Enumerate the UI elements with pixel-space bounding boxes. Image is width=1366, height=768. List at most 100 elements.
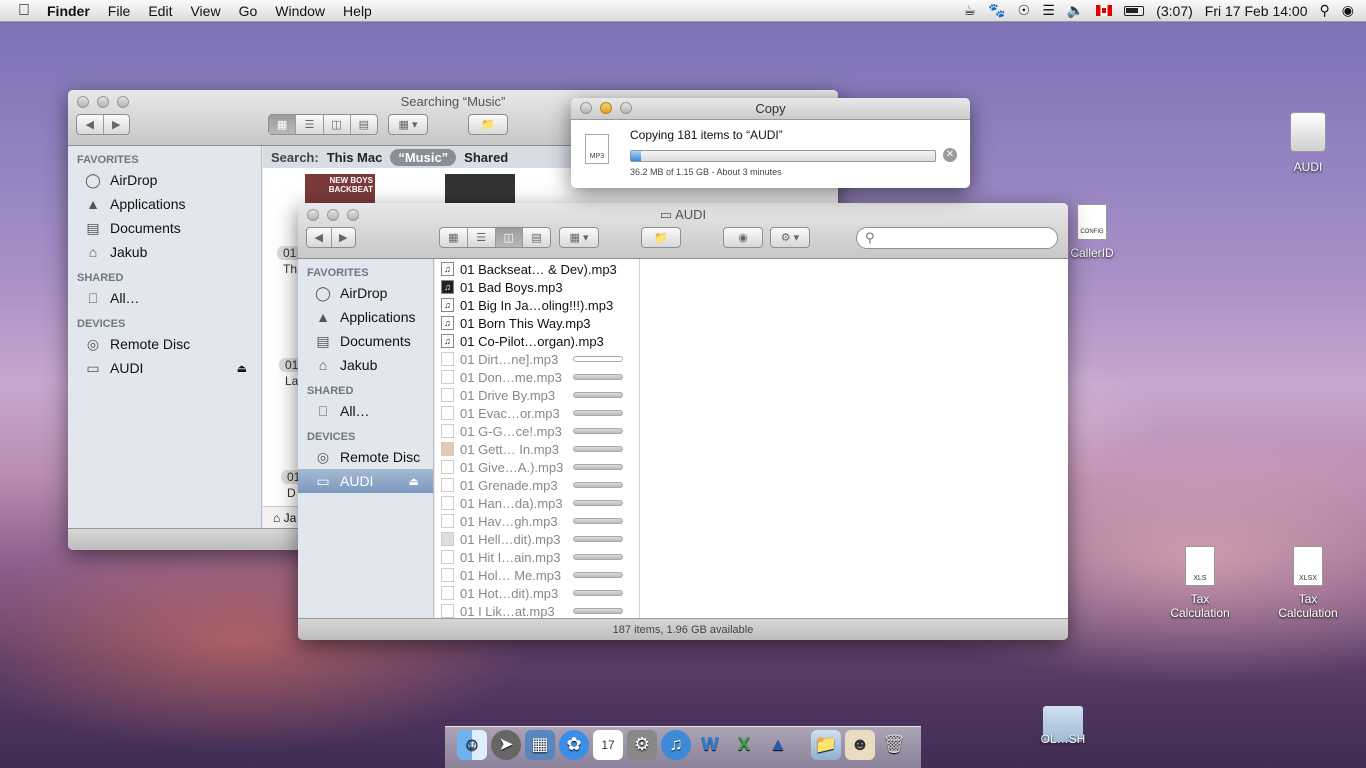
trash-dock-icon[interactable]: 🗑	[879, 730, 909, 760]
battery-icon[interactable]	[1124, 5, 1145, 16]
file-row[interactable]: 01 Hav…gh.mp3	[435, 512, 639, 530]
time-machine-icon[interactable]: ☉	[1018, 2, 1031, 19]
menu-window[interactable]: Window	[266, 3, 334, 19]
calendar-dock-icon[interactable]: 17	[593, 729, 623, 760]
path-item[interactable]: Ja	[284, 511, 297, 525]
finder-dock-icon[interactable]: ☺	[457, 729, 487, 760]
sidebar-item-applications[interactable]: ▲ Applications	[68, 192, 261, 216]
file-row[interactable]: 01 Gett… In.mp3	[435, 440, 639, 458]
list-view-icon[interactable]: ☰	[468, 228, 496, 247]
sidebar-item-all[interactable]: ⎕ All…	[68, 286, 261, 310]
file-row[interactable]: 01 Hell…dit).mp3	[435, 530, 639, 548]
sidebar-item-airdrop[interactable]: ◯ AirDrop	[298, 281, 433, 305]
scope-shared[interactable]: Shared	[464, 150, 508, 165]
contacts-dock-icon[interactable]: ☻	[845, 729, 875, 760]
list-view-icon[interactable]: ☰	[296, 115, 324, 134]
column-view-icon[interactable]: ◫	[495, 228, 524, 247]
file-row[interactable]: 01 Han…da).mp3	[435, 494, 639, 512]
desktop-icon-folder[interactable]: OL…SH	[1018, 706, 1108, 746]
coffee-cup-icon[interactable]: ☕	[964, 2, 977, 19]
sidebar-item-remote-disc[interactable]: ◎ Remote Disc	[298, 445, 433, 469]
file-row[interactable]: 01 G-G…ce!.mp3	[435, 422, 639, 440]
minimize-button[interactable]	[600, 102, 612, 114]
paw-icon[interactable]: 🐾	[988, 2, 1005, 19]
view-mode-buttons[interactable]: ▦ ☰ ◫ ▤	[268, 114, 378, 135]
scope-music[interactable]: “Music”	[390, 148, 457, 166]
sidebar-item-documents[interactable]: ▤ Documents	[298, 329, 433, 353]
menu-edit[interactable]: Edit	[139, 3, 181, 19]
file-row[interactable]: 01 Hol… Me.mp3	[435, 566, 639, 584]
back-arrow-icon[interactable]: ◀	[77, 115, 104, 134]
file-row[interactable]: 01 Grenade.mp3	[435, 476, 639, 494]
file-row[interactable]: ♫ 01 Bad Boys.mp3	[435, 278, 639, 296]
sidebar-item-applications[interactable]: ▲ Applications	[298, 305, 433, 329]
menu-app-finder[interactable]: Finder	[38, 3, 99, 19]
back-forward-buttons[interactable]: ◀ ▶	[306, 227, 356, 248]
column-view-icon[interactable]: ◫	[324, 115, 351, 134]
system-preferences-dock-icon[interactable]: ⚙	[627, 729, 657, 760]
eject-icon[interactable]: ⏏	[409, 475, 419, 488]
view-mode-buttons[interactable]: ▦ ☰ ◫ ▤	[439, 227, 551, 248]
battery-time[interactable]: (3:07)	[1156, 3, 1193, 19]
file-row[interactable]: 01 Give…A.).mp3	[435, 458, 639, 476]
sidebar-item-all[interactable]: ⎕ All…	[298, 399, 433, 423]
new-folder-button[interactable]: 📁	[468, 114, 508, 135]
desktop-icon-audi[interactable]: AUDI	[1263, 112, 1353, 174]
file-row[interactable]: 01 Evac…or.mp3	[435, 404, 639, 422]
eject-icon[interactable]: ⏏	[237, 362, 247, 375]
file-row[interactable]: ♫ 01 Co-Pilot…organ).mp3	[435, 332, 639, 350]
sidebar-item-documents[interactable]: ▤ Documents	[68, 216, 261, 240]
menu-help[interactable]: Help	[334, 3, 381, 19]
sidebar-item-audi[interactable]: ▭ AUDI ⏏	[298, 469, 433, 493]
itunes-dock-icon[interactable]: ♫	[661, 729, 691, 760]
word-dock-icon[interactable]: W	[695, 730, 725, 760]
clock[interactable]: Fri 17 Feb 14:00	[1205, 3, 1308, 19]
quick-look-button[interactable]: ◉	[723, 227, 763, 248]
file-row[interactable]: 01 Hit I…ain.mp3	[435, 548, 639, 566]
wizard-dock-icon[interactable]: ▲	[763, 730, 793, 760]
sidebar-item-jakub[interactable]: ⌂ Jakub	[68, 240, 261, 264]
file-row[interactable]: ♫ 01 Big In Ja…oling!!!).mp3	[435, 296, 639, 314]
file-row[interactable]: ♫ 01 Backseat… & Dev).mp3	[435, 260, 639, 278]
desktop-icon-tax-xls[interactable]: XLS Tax Calculation	[1155, 546, 1245, 620]
mission-control-dock-icon[interactable]: ▦	[525, 729, 555, 760]
icon-view-icon[interactable]: ▦	[269, 115, 297, 134]
menu-go[interactable]: Go	[230, 3, 267, 19]
sidebar-item-audi[interactable]: ▭ AUDI ⏏	[68, 356, 261, 380]
back-forward-buttons[interactable]: ◀ ▶	[76, 114, 130, 135]
new-folder-button[interactable]: 📁	[641, 227, 681, 248]
notification-icon[interactable]: ◉	[1342, 2, 1354, 19]
file-row[interactable]: 01 I Lik…at.mp3	[435, 602, 639, 618]
file-row[interactable]: ♫ 01 Born This Way.mp3	[435, 314, 639, 332]
file-row[interactable]: 01 Hot…dit).mp3	[435, 584, 639, 602]
safari-dock-icon[interactable]: ✿	[559, 729, 589, 760]
action-button[interactable]: ⚙ ▾	[770, 227, 810, 248]
volume-icon[interactable]: 🔈	[1067, 2, 1084, 19]
forward-arrow-icon[interactable]: ▶	[104, 115, 130, 134]
forward-arrow-icon[interactable]: ▶	[332, 228, 356, 247]
zoom-button[interactable]	[620, 102, 632, 114]
wifi-icon[interactable]: ☰	[1042, 2, 1055, 19]
back-arrow-icon[interactable]: ◀	[307, 228, 332, 247]
coverflow-view-icon[interactable]: ▤	[351, 115, 377, 134]
menu-file[interactable]: File	[99, 3, 140, 19]
menu-view[interactable]: View	[181, 3, 229, 19]
scope-this-mac[interactable]: This Mac	[327, 150, 383, 165]
launchpad-dock-icon[interactable]: ➤	[491, 729, 521, 760]
canada-flag-icon[interactable]	[1096, 5, 1113, 16]
apple-menu-icon[interactable]: 	[18, 2, 38, 20]
coverflow-view-icon[interactable]: ▤	[523, 228, 550, 247]
sidebar-item-jakub[interactable]: ⌂ Jakub	[298, 353, 433, 377]
icon-view-icon[interactable]: ▦	[440, 228, 468, 247]
file-row[interactable]: 01 Drive By.mp3	[435, 386, 639, 404]
file-row[interactable]: 01 Don…me.mp3	[435, 368, 639, 386]
sidebar-item-airdrop[interactable]: ◯ AirDrop	[68, 168, 261, 192]
excel-dock-icon[interactable]: X	[729, 730, 759, 760]
search-field[interactable]: ⚲	[856, 227, 1058, 249]
arrange-button[interactable]: ▦ ▾	[388, 114, 428, 135]
desktop-icon-tax-xlsx[interactable]: XLSX Tax Calculation	[1263, 546, 1353, 620]
folder-dock-icon[interactable]: 📁	[811, 729, 841, 760]
sidebar-item-remote-disc[interactable]: ◎ Remote Disc	[68, 332, 261, 356]
file-row[interactable]: 01 Dirt…ne].mp3	[435, 350, 639, 368]
close-button[interactable]	[580, 102, 592, 114]
